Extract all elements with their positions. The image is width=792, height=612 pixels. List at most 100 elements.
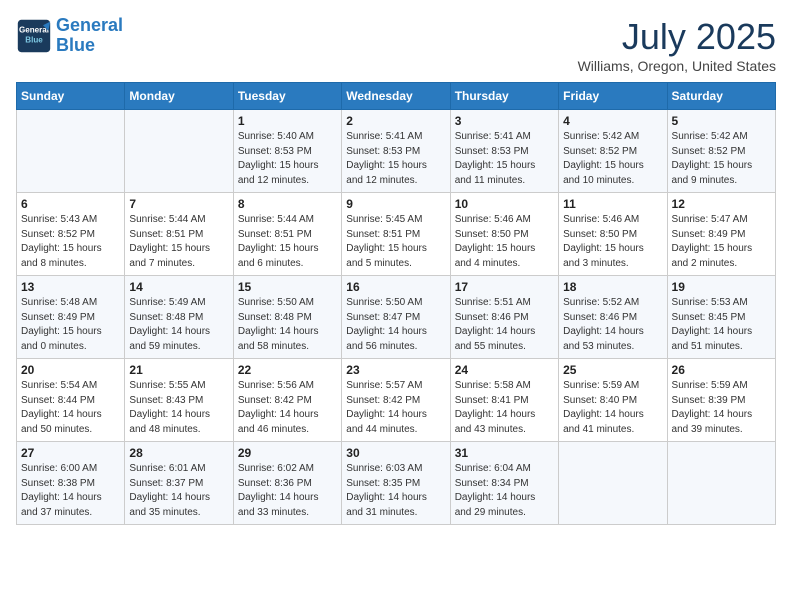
day-info: Sunrise: 5:55 AM Sunset: 8:43 PM Dayligh… — [129, 379, 228, 437]
day-info: Sunrise: 5:52 AM Sunset: 8:46 PM Dayligh… — [563, 296, 662, 354]
day-info: Sunrise: 5:56 AM Sunset: 8:42 PM Dayligh… — [238, 379, 337, 437]
calendar-cell — [17, 110, 125, 193]
calendar-cell: 13Sunrise: 5:48 AM Sunset: 8:49 PM Dayli… — [17, 276, 125, 359]
day-number: 19 — [672, 280, 771, 294]
calendar-cell: 10Sunrise: 5:46 AM Sunset: 8:50 PM Dayli… — [450, 193, 558, 276]
logo-text: General Blue — [56, 16, 123, 56]
calendar-cell: 15Sunrise: 5:50 AM Sunset: 8:48 PM Dayli… — [233, 276, 341, 359]
day-number: 8 — [238, 197, 337, 211]
day-number: 30 — [346, 446, 445, 460]
day-info: Sunrise: 5:53 AM Sunset: 8:45 PM Dayligh… — [672, 296, 771, 354]
calendar-cell: 31 Sunrise: 6:04 AM Sunset: 8:34 PM Dayli… — [450, 442, 558, 525]
calendar-cell: 2 Sunrise: 5:41 AM Sunset: 8:53 PM Daylig… — [342, 110, 450, 193]
calendar-week-row: 20Sunrise: 5:54 AM Sunset: 8:44 PM Dayli… — [17, 359, 776, 442]
month-title: July 2025 — [578, 16, 776, 58]
calendar-cell — [559, 442, 667, 525]
logo-icon: General Blue — [16, 18, 52, 54]
calendar-header-row: SundayMondayTuesdayWednesdayThursdayFrid… — [17, 83, 776, 110]
calendar-cell: 18 Sunrise: 5:52 AM Sunset: 8:46 PM Dayli… — [559, 276, 667, 359]
page-header: General Blue General Blue July 2025 Will… — [16, 16, 776, 74]
day-info: Sunrise: 5:41 AM Sunset: 8:53 PM Dayligh… — [346, 130, 445, 188]
calendar-cell: 29 Sunrise: 6:02 AM Sunset: 8:36 PM Dayli… — [233, 442, 341, 525]
calendar-cell: 4 Sunrise: 5:42 AM Sunset: 8:52 PM Daylig… — [559, 110, 667, 193]
calendar-cell: 6Sunrise: 5:43 AM Sunset: 8:52 PM Daylig… — [17, 193, 125, 276]
calendar-table: SundayMondayTuesdayWednesdayThursdayFrid… — [16, 82, 776, 525]
day-number: 10 — [455, 197, 554, 211]
calendar-cell: 28 Sunrise: 6:01 AM Sunset: 8:37 PM Dayli… — [125, 442, 233, 525]
calendar-cell: 8 Sunrise: 5:44 AM Sunset: 8:51 PM Daylig… — [233, 193, 341, 276]
calendar-cell: 27Sunrise: 6:00 AM Sunset: 8:38 PM Dayli… — [17, 442, 125, 525]
day-info: Sunrise: 5:42 AM Sunset: 8:52 PM Dayligh… — [672, 130, 771, 188]
weekday-header-monday: Monday — [125, 83, 233, 110]
calendar-cell: 25 Sunrise: 5:59 AM Sunset: 8:40 PM Dayli… — [559, 359, 667, 442]
day-info: Sunrise: 6:01 AM Sunset: 8:37 PM Dayligh… — [129, 462, 228, 520]
logo: General Blue General Blue — [16, 16, 123, 56]
day-info: Sunrise: 6:02 AM Sunset: 8:36 PM Dayligh… — [238, 462, 337, 520]
day-info: Sunrise: 5:42 AM Sunset: 8:52 PM Dayligh… — [563, 130, 662, 188]
calendar-cell: 20Sunrise: 5:54 AM Sunset: 8:44 PM Dayli… — [17, 359, 125, 442]
weekday-header-thursday: Thursday — [450, 83, 558, 110]
day-number: 13 — [21, 280, 120, 294]
day-info: Sunrise: 5:44 AM Sunset: 8:51 PM Dayligh… — [238, 213, 337, 271]
day-info: Sunrise: 5:46 AM Sunset: 8:50 PM Dayligh… — [563, 213, 662, 271]
calendar-week-row: 13Sunrise: 5:48 AM Sunset: 8:49 PM Dayli… — [17, 276, 776, 359]
day-number: 7 — [129, 197, 228, 211]
calendar-cell: 19 Sunrise: 5:53 AM Sunset: 8:45 PM Dayli… — [667, 276, 775, 359]
weekday-header-wednesday: Wednesday — [342, 83, 450, 110]
day-info: Sunrise: 5:59 AM Sunset: 8:39 PM Dayligh… — [672, 379, 771, 437]
calendar-cell — [667, 442, 775, 525]
day-number: 14 — [129, 280, 228, 294]
svg-text:General: General — [19, 25, 49, 34]
calendar-cell: 22 Sunrise: 5:56 AM Sunset: 8:42 PM Dayli… — [233, 359, 341, 442]
calendar-week-row: 1Sunrise: 5:40 AM Sunset: 8:53 PM Daylig… — [17, 110, 776, 193]
day-number: 18 — [563, 280, 662, 294]
day-info: Sunrise: 5:41 AM Sunset: 8:53 PM Dayligh… — [455, 130, 554, 188]
day-info: Sunrise: 6:04 AM Sunset: 8:34 PM Dayligh… — [455, 462, 554, 520]
day-number: 28 — [129, 446, 228, 460]
day-number: 1 — [238, 114, 337, 128]
title-block: July 2025 Williams, Oregon, United State… — [578, 16, 776, 74]
calendar-cell: 24Sunrise: 5:58 AM Sunset: 8:41 PM Dayli… — [450, 359, 558, 442]
day-number: 24 — [455, 363, 554, 377]
calendar-cell: 3 Sunrise: 5:41 AM Sunset: 8:53 PM Daylig… — [450, 110, 558, 193]
calendar-cell: 17 Sunrise: 5:51 AM Sunset: 8:46 PM Dayli… — [450, 276, 558, 359]
calendar-cell: 14 Sunrise: 5:49 AM Sunset: 8:48 PM Dayli… — [125, 276, 233, 359]
day-info: Sunrise: 5:50 AM Sunset: 8:48 PM Dayligh… — [238, 296, 337, 354]
calendar-cell: 16 Sunrise: 5:50 AM Sunset: 8:47 PM Dayli… — [342, 276, 450, 359]
calendar-cell: 1Sunrise: 5:40 AM Sunset: 8:53 PM Daylig… — [233, 110, 341, 193]
weekday-header-sunday: Sunday — [17, 83, 125, 110]
day-number: 29 — [238, 446, 337, 460]
day-info: Sunrise: 5:51 AM Sunset: 8:46 PM Dayligh… — [455, 296, 554, 354]
day-number: 22 — [238, 363, 337, 377]
day-number: 9 — [346, 197, 445, 211]
day-info: Sunrise: 5:50 AM Sunset: 8:47 PM Dayligh… — [346, 296, 445, 354]
day-info: Sunrise: 5:59 AM Sunset: 8:40 PM Dayligh… — [563, 379, 662, 437]
calendar-cell — [125, 110, 233, 193]
day-number: 4 — [563, 114, 662, 128]
calendar-cell: 21 Sunrise: 5:55 AM Sunset: 8:43 PM Dayli… — [125, 359, 233, 442]
day-number: 2 — [346, 114, 445, 128]
day-number: 31 — [455, 446, 554, 460]
day-info: Sunrise: 5:43 AM Sunset: 8:52 PM Dayligh… — [21, 213, 120, 271]
day-info: Sunrise: 5:45 AM Sunset: 8:51 PM Dayligh… — [346, 213, 445, 271]
calendar-cell: 9 Sunrise: 5:45 AM Sunset: 8:51 PM Daylig… — [342, 193, 450, 276]
day-number: 17 — [455, 280, 554, 294]
day-number: 11 — [563, 197, 662, 211]
calendar-cell: 7 Sunrise: 5:44 AM Sunset: 8:51 PM Daylig… — [125, 193, 233, 276]
calendar-cell: 23Sunrise: 5:57 AM Sunset: 8:42 PM Dayli… — [342, 359, 450, 442]
day-number: 25 — [563, 363, 662, 377]
day-number: 21 — [129, 363, 228, 377]
weekday-header-saturday: Saturday — [667, 83, 775, 110]
day-number: 16 — [346, 280, 445, 294]
day-info: Sunrise: 6:03 AM Sunset: 8:35 PM Dayligh… — [346, 462, 445, 520]
calendar-week-row: 6Sunrise: 5:43 AM Sunset: 8:52 PM Daylig… — [17, 193, 776, 276]
day-number: 3 — [455, 114, 554, 128]
calendar-cell: 11 Sunrise: 5:46 AM Sunset: 8:50 PM Dayli… — [559, 193, 667, 276]
day-number: 20 — [21, 363, 120, 377]
day-info: Sunrise: 5:49 AM Sunset: 8:48 PM Dayligh… — [129, 296, 228, 354]
calendar-cell: 30 Sunrise: 6:03 AM Sunset: 8:35 PM Dayli… — [342, 442, 450, 525]
calendar-week-row: 27Sunrise: 6:00 AM Sunset: 8:38 PM Dayli… — [17, 442, 776, 525]
calendar-cell: 26Sunrise: 5:59 AM Sunset: 8:39 PM Dayli… — [667, 359, 775, 442]
svg-text:Blue: Blue — [25, 35, 43, 44]
day-info: Sunrise: 5:44 AM Sunset: 8:51 PM Dayligh… — [129, 213, 228, 271]
